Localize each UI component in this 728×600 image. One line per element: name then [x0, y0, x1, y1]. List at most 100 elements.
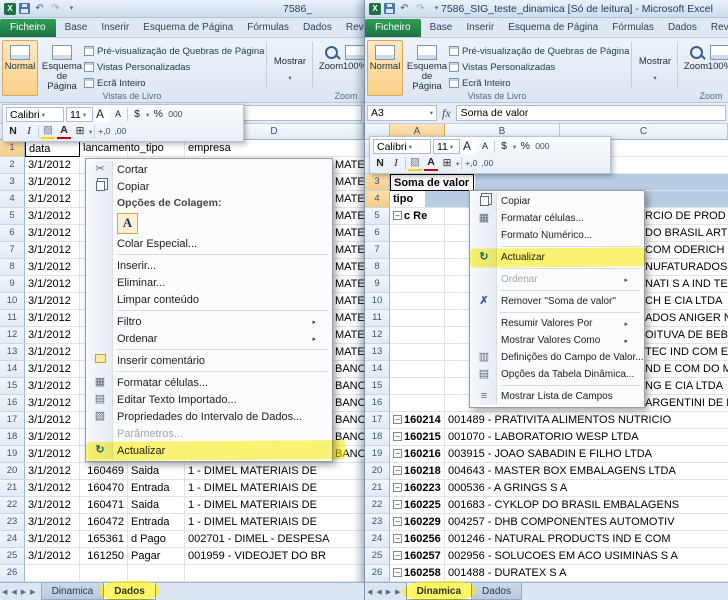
- undo-icon[interactable]: ↶: [398, 3, 411, 14]
- title-bar[interactable]: X ↶ ↷ ▾ 7586_: [0, 0, 364, 18]
- row-number[interactable]: 23: [365, 514, 390, 531]
- row-number[interactable]: 12: [0, 327, 25, 344]
- menu-item-actualizar[interactable]: ↻Actualizar: [85, 440, 347, 461]
- menu-item-ordenar[interactable]: Ordenar ▸: [88, 330, 330, 347]
- menu-item-ordenar[interactable]: Ordenar ▸: [472, 271, 642, 288]
- zoom-100-button[interactable]: 100%: [340, 40, 364, 96]
- menu-item-par-metros[interactable]: Parâmetros...: [88, 425, 330, 442]
- row-number[interactable]: 3: [365, 174, 390, 191]
- cell-data[interactable]: 3/1/2012: [25, 344, 80, 361]
- cell-data[interactable]: 3/1/2012: [25, 531, 80, 548]
- borders-button[interactable]: ⊞: [73, 124, 87, 139]
- menu-item-resumir-valores-por[interactable]: Resumir Valores Por ▸: [472, 315, 642, 332]
- row-number[interactable]: 22: [0, 497, 25, 514]
- normal-view-button[interactable]: Normal: [367, 40, 403, 96]
- currency-format-button[interactable]: $: [497, 139, 511, 154]
- font-color-button[interactable]: A: [57, 124, 71, 139]
- cell-data[interactable]: 3/1/2012: [25, 480, 80, 497]
- tab-esquema-de-pagina[interactable]: Esquema de Página: [136, 19, 240, 37]
- fill-color-button[interactable]: ▨: [408, 156, 422, 171]
- cell-empresa[interactable]: 004257 - DHB COMPONENTES AUTOMOTIV: [445, 514, 728, 531]
- collapse-button[interactable]: −: [393, 415, 402, 424]
- collapse-button[interactable]: −: [393, 534, 402, 543]
- tab-formulas[interactable]: Fórmulas: [605, 19, 661, 37]
- cell-empresa[interactable]: 000536 - A GRINGS S A: [445, 480, 728, 497]
- cell-pivot-label[interactable]: −160214: [390, 412, 445, 429]
- cell-data[interactable]: 3/1/2012: [25, 293, 80, 310]
- cell-pivot-label[interactable]: − c Re: [390, 208, 445, 225]
- formula-input[interactable]: Soma de valor: [455, 105, 726, 121]
- decrease-decimal-button[interactable]: ,00: [480, 156, 494, 171]
- collapse-button[interactable]: −: [393, 449, 402, 458]
- tab-dados[interactable]: Dados: [661, 19, 704, 37]
- page-layout-view-button[interactable]: Esquema de Página: [40, 40, 84, 96]
- cell-tipo[interactable]: Saida: [128, 497, 185, 514]
- italic-button[interactable]: I: [389, 156, 403, 171]
- cell-empresa[interactable]: 003915 - JOAO SABADIN E FILHO LTDA: [445, 446, 728, 463]
- fill-color-button[interactable]: ▨: [41, 124, 55, 139]
- cell-data[interactable]: 3/1/2012: [25, 191, 80, 208]
- cell-empresa[interactable]: 001488 - DURATEX S A: [445, 565, 728, 582]
- cell-empresa[interactable]: 1 - DIMEL MATERIAIS DE: [185, 497, 364, 514]
- menu-item-copiar[interactable]: Copiar: [472, 193, 642, 210]
- tab-esquema-de-pagina[interactable]: Esquema de Página: [501, 19, 605, 37]
- cell-empresa[interactable]: 004643 - MASTER BOX EMBALAGENS LTDA: [445, 463, 728, 480]
- tab-ficheiro[interactable]: Ficheiro: [0, 19, 56, 37]
- row-number[interactable]: 18: [365, 429, 390, 446]
- cell-pivot-label[interactable]: −160257: [390, 548, 445, 565]
- cell-pivot-label[interactable]: [390, 276, 445, 293]
- first-sheet-icon[interactable]: ◀: [365, 583, 374, 600]
- row-number[interactable]: 17: [365, 412, 390, 429]
- tab-ficheiro[interactable]: Ficheiro: [365, 19, 421, 37]
- previous-sheet-icon[interactable]: ◀: [9, 583, 18, 600]
- menu-item-filtro[interactable]: Filtro ▸: [88, 313, 330, 330]
- previous-sheet-icon[interactable]: ◀: [374, 583, 383, 600]
- cell-pivot-label[interactable]: [390, 225, 445, 242]
- tab-base[interactable]: Base: [58, 19, 95, 37]
- full-screen-button[interactable]: Ecrã Inteiro: [449, 76, 511, 90]
- menu-item-inserir[interactable]: Inserir...: [88, 257, 330, 274]
- cell-empresa[interactable]: 001070 - LABORATORIO WESP LTDA: [445, 429, 728, 446]
- tab-base[interactable]: Base: [423, 19, 460, 37]
- row-number[interactable]: 8: [365, 259, 390, 276]
- cell-data[interactable]: 3/1/2012: [25, 395, 80, 412]
- paste-option-keep-text-icon[interactable]: A: [117, 212, 138, 234]
- shrink-font-button[interactable]: A: [478, 139, 492, 154]
- row-number[interactable]: 21: [0, 480, 25, 497]
- grow-font-button[interactable]: A: [462, 139, 476, 154]
- row-number[interactable]: 26: [0, 565, 25, 582]
- cell-lancamento[interactable]: 160469: [80, 463, 128, 480]
- redo-icon[interactable]: ↷: [49, 3, 62, 14]
- row-number[interactable]: 24: [365, 531, 390, 548]
- cell-empresa[interactable]: 001959 - VIDEOJET DO BR: [185, 548, 364, 565]
- row-number[interactable]: 20: [0, 463, 25, 480]
- cell-pivot-label[interactable]: −160258: [390, 565, 445, 582]
- row-number[interactable]: 15: [0, 378, 25, 395]
- cell-pivot-label[interactable]: [390, 327, 445, 344]
- cell-tipo[interactable]: Entrada: [128, 480, 185, 497]
- qat-dropdown-icon[interactable]: ▾: [65, 4, 78, 14]
- row-number[interactable]: 21: [365, 480, 390, 497]
- collapse-button[interactable]: −: [393, 500, 402, 509]
- cell-data[interactable]: 3/1/2012: [25, 310, 80, 327]
- menu-item-limpar-conte-do[interactable]: Limpar conteúdo: [88, 291, 330, 308]
- borders-button[interactable]: ⊞: [440, 156, 454, 171]
- row-number[interactable]: 13: [0, 344, 25, 361]
- decrease-decimal-button[interactable]: ,00: [113, 124, 127, 139]
- collapse-button[interactable]: −: [393, 432, 402, 441]
- page-break-preview-button[interactable]: Pré-visualização de Quebras de Página: [449, 44, 629, 58]
- font-name-select[interactable]: Calibri ▾: [6, 107, 64, 122]
- row-number[interactable]: 25: [0, 548, 25, 565]
- cell-data[interactable]: 3/1/2012: [25, 361, 80, 378]
- cell-tipo[interactable]: [128, 140, 185, 157]
- cell-pivot-label[interactable]: [390, 344, 445, 361]
- menu-item-propriedades-do-intervalo-de-dados[interactable]: ▧ Propriedades do Intervalo de Dados...: [88, 408, 330, 425]
- cell-tipo[interactable]: d Pago: [128, 531, 185, 548]
- cell-data[interactable]: 3/1/2012: [25, 174, 80, 191]
- cell-data[interactable]: 3/1/2012: [25, 514, 80, 531]
- row-number[interactable]: 1: [0, 140, 25, 157]
- row-number[interactable]: 25: [365, 548, 390, 565]
- row-number[interactable]: 9: [0, 276, 25, 293]
- sheet-tab-dados[interactable]: Dados: [471, 583, 522, 600]
- menu-item-cortar[interactable]: ✂ Cortar: [88, 161, 330, 178]
